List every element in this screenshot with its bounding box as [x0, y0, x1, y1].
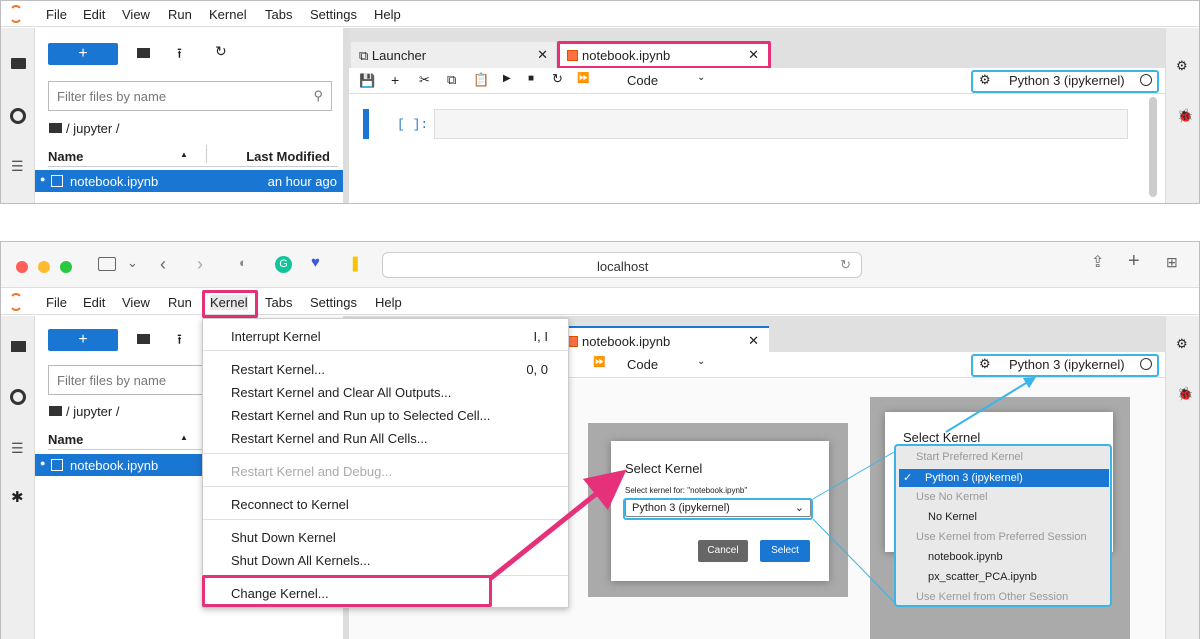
add-cell-icon[interactable]: + [391, 72, 399, 88]
menu-edit[interactable]: Edit [83, 7, 105, 22]
jupyter-logo [9, 5, 23, 23]
folder-icon [49, 123, 62, 133]
upload-icon[interactable]: ⭱ [177, 43, 182, 67]
property-inspector-icon[interactable]: ⚙ [1176, 58, 1188, 74]
launcher-icon: ⧉ [359, 48, 372, 63]
refresh-icon[interactable]: ↻ [215, 43, 227, 60]
file-list-header: Name ▲ Last Modified [48, 141, 338, 167]
file-filter-input[interactable]: Filter files by name ⚲ [48, 81, 332, 111]
new-folder-icon[interactable] [137, 48, 150, 58]
scrollbar[interactable] [1149, 97, 1157, 197]
highlight-notebook-tab [557, 41, 771, 69]
cell-type-select[interactable]: Code [627, 73, 658, 88]
cut-icon[interactable]: ✂ [419, 72, 430, 88]
highlight-kernel-indicator [971, 70, 1159, 93]
notebook-file-icon [51, 175, 63, 187]
fast-forward-icon[interactable]: ⏩ [577, 73, 589, 84]
breadcrumb-path: / jupyter / [66, 121, 120, 136]
active-cell-marker [363, 109, 369, 139]
file-modified: an hour ago [267, 174, 337, 189]
connector-line-bottom [812, 518, 897, 605]
stop-icon[interactable]: ■ [528, 73, 534, 84]
toc-icon[interactable]: ☰ [11, 158, 24, 175]
filter-placeholder: Filter files by name [57, 89, 167, 104]
menu-help[interactable]: Help [374, 7, 401, 22]
cell-prompt: [ ]: [397, 117, 429, 132]
paste-icon[interactable]: 📋 [473, 72, 489, 88]
file-row-notebook[interactable]: ● notebook.ipynb an hour ago [35, 170, 343, 192]
folder-icon[interactable] [11, 58, 26, 69]
annotation-arrows [489, 376, 1037, 605]
new-launcher-button[interactable]: + [48, 43, 118, 65]
chevron-down-icon[interactable]: ⌄ [697, 72, 705, 83]
right-sidebar: ⚙ 🐞 [1165, 28, 1199, 203]
search-icon: ⚲ [313, 88, 323, 103]
sort-arrow-icon: ▲ [180, 150, 188, 159]
copy-icon[interactable]: ⧉ [447, 72, 456, 88]
menu-run[interactable]: Run [168, 7, 192, 22]
tab-launcher-label: Launcher [371, 48, 427, 63]
running-icon[interactable] [10, 108, 26, 124]
menu-settings[interactable]: Settings [310, 7, 357, 22]
menu-file[interactable]: File [46, 7, 67, 22]
menu-view[interactable]: View [122, 7, 150, 22]
breadcrumb[interactable]: / jupyter / [49, 121, 119, 136]
code-cell-input[interactable] [434, 109, 1128, 139]
run-icon[interactable]: ▶ [503, 73, 511, 84]
open-dot-icon: ● [40, 174, 46, 184]
connector-line-top [812, 451, 895, 500]
column-divider [206, 145, 207, 163]
blue-arrow [945, 376, 1037, 433]
debugger-icon[interactable]: 🐞 [1177, 108, 1193, 124]
tab-launcher[interactable]: ⧉ Launcher ✕ [351, 42, 556, 68]
restart-icon[interactable]: ↻ [552, 71, 563, 87]
column-name-header[interactable]: Name [48, 149, 83, 164]
menu-kernel[interactable]: Kernel [209, 7, 247, 22]
browser-window: ⌄ ‹ › ◐ G ♥ ❚ localhost ↻ ⇪ + ⊞ File Edi… [0, 241, 1200, 639]
file-name: notebook.ipynb [70, 174, 159, 189]
left-sidebar: ☰ [1, 28, 35, 203]
pink-arrow [489, 469, 627, 580]
top-menubar: File Edit View Run Kernel Tabs Settings … [1, 1, 1199, 27]
close-icon[interactable]: ✕ [537, 47, 548, 63]
column-modified-header[interactable]: Last Modified [246, 149, 330, 164]
menu-tabs[interactable]: Tabs [265, 7, 292, 22]
top-jupyter-window: File Edit View Run Kernel Tabs Settings … [0, 0, 1200, 204]
save-icon[interactable]: 💾 [359, 73, 375, 89]
